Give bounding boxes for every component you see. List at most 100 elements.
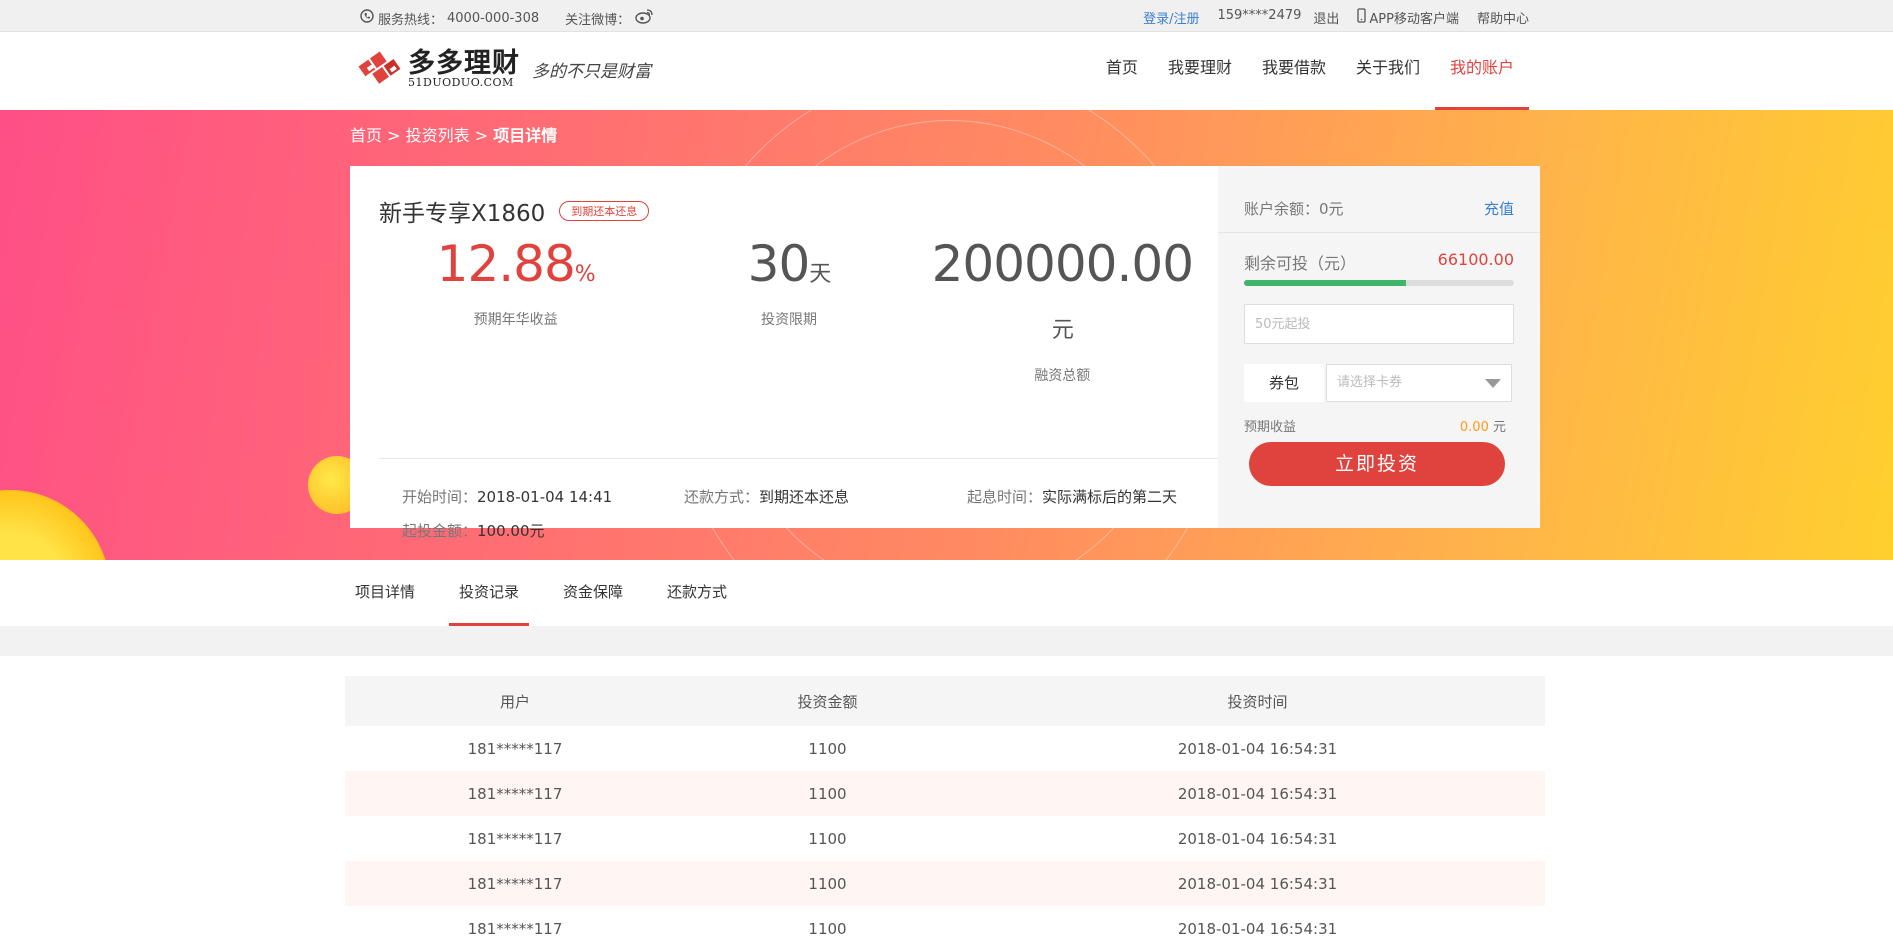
- nav-borrow[interactable]: 我要借款: [1247, 32, 1341, 110]
- min-amount: 起投金额：100.00元: [402, 520, 545, 541]
- term-label: 投资限期: [760, 312, 817, 328]
- slogan: 多的不只是财富: [532, 61, 651, 82]
- remain-label: 剩余可投（元）: [1244, 254, 1357, 273]
- expect-value: 0.00: [1459, 420, 1489, 435]
- expect-unit: 元: [1492, 420, 1506, 435]
- balance-value: 0元: [1319, 200, 1344, 218]
- repay-method: 还款方式：到期还本还息: [684, 486, 849, 507]
- interest-start-key: 起息时间：: [967, 488, 1043, 506]
- cell-user: 181*****117: [345, 861, 685, 906]
- weibo-label: 关注微博：: [565, 12, 631, 28]
- cell-amount: 1100: [808, 739, 847, 758]
- decor-sun: [0, 490, 110, 560]
- expect-label: 预期收益: [1244, 420, 1297, 435]
- min-amount-value: 100.00元: [477, 522, 545, 540]
- start-time-key: 开始时间：: [402, 488, 478, 506]
- logout-link[interactable]: 退出: [1313, 8, 1339, 27]
- breadcrumb-current: 项目详情: [493, 126, 558, 145]
- breadcrumb: 首页 > 投资列表 > 项目详情: [350, 122, 557, 146]
- breadcrumb-list[interactable]: 投资列表: [406, 126, 470, 145]
- top-bar: 服务热线： 4000-000-308 关注微博： 登录/注册 159****24…: [0, 0, 1893, 32]
- nav-invest[interactable]: 我要理财: [1153, 32, 1247, 110]
- rate-value: 12.88: [436, 235, 576, 293]
- app-label: APP移动客户端: [1369, 12, 1459, 27]
- nav-about[interactable]: 关于我们: [1341, 32, 1435, 110]
- cell-time: 2018-01-04 16:54:31: [1177, 919, 1338, 938]
- interest-start-value: 实际满标后的第二天: [1042, 488, 1178, 506]
- invest-amount-input[interactable]: [1244, 304, 1514, 344]
- nav-my-account[interactable]: 我的账户: [1434, 32, 1530, 110]
- app-link[interactable]: APP移动客户端: [1357, 8, 1459, 27]
- cell-time: 2018-01-04 16:54:31: [1177, 829, 1338, 848]
- user-phone[interactable]: 159****2479: [1217, 8, 1301, 27]
- rate-label: 预期年华收益: [473, 312, 558, 328]
- amount-value: 200000.00: [931, 235, 1194, 293]
- start-time-value: 2018-01-04 14:41: [477, 488, 613, 506]
- table-row: 181*****117 1100 2018-01-04 16:54:31: [345, 771, 1545, 816]
- breadcrumb-separator: >: [474, 126, 489, 145]
- term-value: 30: [747, 235, 811, 293]
- amount-unit: 元: [1051, 318, 1074, 343]
- chevron-down-icon: [1485, 379, 1501, 388]
- product-name: 新手专享X1860: [379, 201, 546, 227]
- cell-time: 2018-01-04 16:54:31: [970, 861, 1545, 906]
- coupon-placeholder: 请选择卡券: [1337, 375, 1403, 390]
- divider: [1218, 232, 1540, 233]
- main-nav: 首页 我要理财 我要借款 关于我们 我的账户: [1091, 32, 1530, 110]
- invest-panel: 账户余额：0元 充值 剩余可投（元） 66100.00 券包 请选择卡券 预期收…: [1218, 166, 1540, 528]
- table-row: 181*****117 1100 2018-01-04 16:54:31: [345, 816, 1545, 861]
- table-row: 181*****117 1100 2018-01-04 16:54:31: [345, 906, 1545, 951]
- rate-unit: %: [574, 262, 596, 287]
- repay-method-key: 还款方式：: [684, 488, 760, 506]
- progress-bar: [1244, 280, 1514, 286]
- stat-rate: 12.88% 预期年华收益: [379, 236, 652, 385]
- hotline-area: 服务热线： 4000-000-308 关注微博：: [360, 8, 654, 28]
- balance-label: 账户余额：: [1244, 200, 1320, 218]
- coupon-row: 券包 请选择卡券: [1244, 364, 1512, 402]
- invest-records-table: 用户 投资金额 投资时间 181*****117 1100 2018-01-04…: [345, 676, 1545, 951]
- section-gap: [0, 626, 1893, 656]
- detail-tabs: 项目详情 投资记录 资金保障 还款方式: [0, 560, 1893, 626]
- tab-repay-method[interactable]: 还款方式: [657, 560, 737, 626]
- divider: [379, 458, 1218, 459]
- product-stats: 12.88% 预期年华收益 30天 投资限期 200000.00 元 融资总额: [379, 236, 1199, 385]
- cell-user: 181*****117: [467, 919, 563, 938]
- term-unit: 天: [809, 262, 831, 287]
- hero-banner: 首页 > 投资列表 > 项目详情 新手专享X1860 到期还本还息 12.88%…: [0, 110, 1893, 560]
- cell-user: 181*****117: [467, 829, 563, 848]
- nav-home[interactable]: 首页: [1091, 32, 1153, 110]
- login-register-link[interactable]: 登录/注册: [1143, 8, 1199, 27]
- column-header: 用户: [345, 676, 685, 726]
- logo-mark-icon: [358, 48, 404, 90]
- repay-method-value: 到期还本还息: [759, 488, 850, 506]
- amount-label: 融资总额: [1034, 368, 1091, 384]
- coupon-label: 券包: [1244, 364, 1324, 402]
- logo-chinese-name: 多多理财: [408, 48, 520, 79]
- stat-term: 30天 投资限期: [652, 236, 925, 385]
- progress-fill: [1244, 280, 1406, 286]
- hotline-number: 4000-000-308: [447, 10, 540, 26]
- remain-value: 66100.00: [1437, 250, 1514, 269]
- cell-user: 181*****117: [345, 771, 685, 816]
- logo-english-name: 51DUODUO.COM: [408, 76, 514, 89]
- logo[interactable]: 多多理财 51DUODUO.COM 多的不只是财富: [358, 48, 651, 90]
- column-header: 投资金额: [685, 676, 970, 726]
- expected-income: 预期收益 0.00 元: [1244, 416, 1506, 435]
- min-amount-key: 起投金额：: [402, 522, 478, 540]
- breadcrumb-home[interactable]: 首页: [350, 126, 382, 145]
- phone-icon: [360, 9, 374, 27]
- repay-tag: 到期还本还息: [559, 201, 650, 221]
- tab-project-detail[interactable]: 项目详情: [345, 560, 425, 626]
- weibo-icon[interactable]: [634, 8, 654, 28]
- tab-invest-records[interactable]: 投资记录: [449, 560, 530, 626]
- stat-amount: 200000.00 元 融资总额: [926, 236, 1199, 385]
- start-time: 开始时间：2018-01-04 14:41: [402, 486, 612, 507]
- coupon-select[interactable]: 请选择卡券: [1326, 364, 1512, 402]
- mobile-icon: [1357, 8, 1367, 27]
- recharge-link[interactable]: 充值: [1484, 198, 1514, 219]
- tab-fund-security[interactable]: 资金保障: [553, 560, 633, 626]
- table-row: 181*****117 1100 2018-01-04 16:54:31: [345, 861, 1545, 906]
- help-center-link[interactable]: 帮助中心: [1477, 8, 1529, 27]
- invest-now-button[interactable]: 立即投资: [1249, 442, 1505, 486]
- cell-user: 181*****117: [467, 739, 563, 758]
